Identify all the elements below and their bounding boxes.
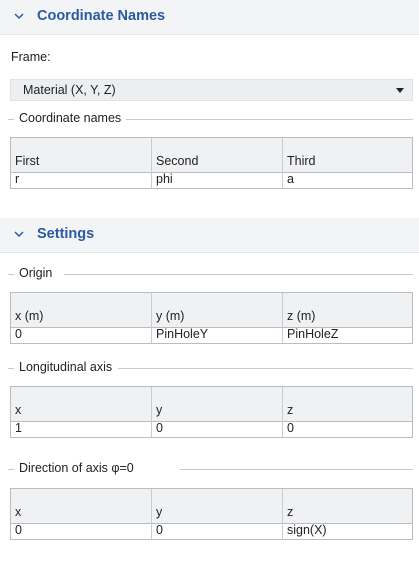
origin-table: x (m) y (m) z (m) 0 PinHoleY PinHoleZ (10, 292, 413, 344)
column-header-first: First (15, 154, 40, 168)
group-title: Direction of axis φ=0 (19, 461, 134, 475)
section-title: Coordinate Names (37, 8, 166, 24)
group-divider (126, 119, 413, 120)
column-header-y: y (151, 387, 282, 421)
direction-axis-group: Direction of axis φ=0 (8, 461, 413, 477)
longitudinal-axis-table: x y z 1 0 0 (10, 386, 413, 438)
table-row: r phi a (11, 172, 412, 188)
column-header-second: Second (151, 138, 282, 172)
table-row: 1 0 0 (11, 421, 412, 437)
direction-axis-table: x y z 0 0 sign(X) (10, 488, 413, 540)
group-divider (8, 274, 14, 275)
direction-x-cell[interactable]: 0 (11, 523, 151, 539)
second-name-cell[interactable]: phi (151, 172, 282, 188)
group-title: Origin (19, 266, 53, 280)
table-header-row: x y z (11, 387, 412, 422)
frame-select[interactable]: Material (X, Y, Z) (10, 79, 413, 101)
chevron-down-icon (14, 13, 24, 20)
group-divider (118, 368, 413, 369)
frame-label: Frame: (11, 50, 51, 64)
table-header-row: x y z (11, 489, 412, 524)
column-header-x: x (15, 403, 22, 417)
column-header-third: Third (282, 138, 412, 172)
coordinate-names-section-header[interactable]: Coordinate Names (0, 0, 419, 35)
column-header-z: z (m) (282, 293, 412, 327)
table-row: 0 0 sign(X) (11, 523, 412, 539)
column-header-y: y (m) (151, 293, 282, 327)
longitudinal-y-cell[interactable]: 0 (151, 421, 282, 437)
frame-select-value: Material (X, Y, Z) (23, 83, 116, 97)
origin-group: Origin (8, 266, 413, 282)
first-name-cell[interactable]: r (11, 172, 151, 188)
origin-z-cell[interactable]: PinHoleZ (282, 327, 412, 343)
direction-y-cell[interactable]: 0 (151, 523, 282, 539)
triangle-down-icon (396, 88, 404, 93)
group-divider (8, 469, 14, 470)
group-divider (8, 119, 14, 120)
coordinate-names-group: Coordinate names (8, 111, 413, 127)
group-title: Coordinate names (19, 111, 122, 125)
column-header-z: z (282, 489, 412, 523)
longitudinal-z-cell[interactable]: 0 (282, 421, 412, 437)
column-header-x: x (m) (15, 309, 44, 323)
third-name-cell[interactable]: a (282, 172, 412, 188)
column-header-x: x (15, 505, 22, 519)
section-title: Settings (37, 226, 95, 242)
group-title: Longitudinal axis (19, 360, 113, 374)
origin-y-cell[interactable]: PinHoleY (151, 327, 282, 343)
table-row: 0 PinHoleY PinHoleZ (11, 327, 412, 343)
table-header-row: x (m) y (m) z (m) (11, 293, 412, 328)
direction-z-cell[interactable]: sign(X) (282, 523, 412, 539)
longitudinal-x-cell[interactable]: 1 (11, 421, 151, 437)
column-header-z: z (282, 387, 412, 421)
group-divider (180, 469, 413, 470)
column-header-y: y (151, 489, 282, 523)
table-header-row: First Second Third (11, 138, 412, 173)
group-divider (64, 274, 413, 275)
chevron-down-icon (14, 231, 24, 238)
settings-section-header[interactable]: Settings (0, 218, 419, 253)
group-divider (8, 368, 14, 369)
origin-x-cell[interactable]: 0 (11, 327, 151, 343)
coordinate-names-table: First Second Third r phi a (10, 137, 413, 189)
longitudinal-axis-group: Longitudinal axis (8, 360, 413, 376)
